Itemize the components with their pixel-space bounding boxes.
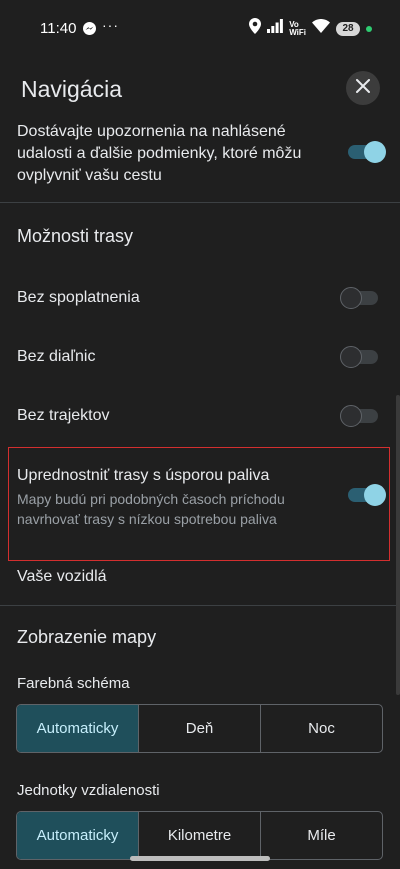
toggle-knob [364,141,386,163]
status-time: 11:40 [40,20,77,37]
avoid-ferries-label[interactable]: Bez trajektov [17,405,109,427]
distance-units-label: Jednotky vzdialenosti [17,782,160,799]
map-display-title: Zobrazenie mapy [17,627,157,647]
fuel-efficient-label[interactable]: Uprednostniť trasy s úsporou paliva [17,465,269,487]
wifi-icon [312,18,330,38]
toggle-knob [364,484,386,506]
divider [0,605,400,606]
toggle-knob [340,287,362,309]
privacy-dot [366,25,372,32]
distance-units-option-auto[interactable]: Automaticky [17,812,139,859]
divider [0,202,400,203]
avoid-tolls-label[interactable]: Bez spoplatnenia [17,287,140,309]
close-icon [356,78,370,98]
page-title: Navigácia [21,76,122,102]
vowifi-indicator: Vo WiFi [289,19,306,37]
close-button[interactable] [346,71,380,105]
route-options-title: Možnosti trasy [17,226,134,246]
status-bar: 11:40 ··· Vo WiFi 28 [0,0,400,56]
avoid-ferries-toggle[interactable] [340,405,378,427]
battery-icon: 28 [336,21,360,36]
signal-icon [267,19,284,38]
toggle-knob [340,405,362,427]
distance-units-option-miles[interactable]: Míle [261,812,382,859]
avoid-highways-label[interactable]: Bez diaľnic [17,346,95,368]
distance-units-selector: Automaticky Kilometre Míle [16,811,383,860]
location-icon [249,18,262,39]
distance-units-option-km[interactable]: Kilometre [139,812,261,859]
fuel-efficient-toggle[interactable] [348,484,386,506]
color-scheme-selector: Automaticky Deň Noc [16,704,383,753]
color-scheme-label: Farebná schéma [17,675,130,692]
alerts-setting-label: Dostávajte upozornenia na nahlásené udal… [17,123,302,184]
avoid-highways-toggle[interactable] [340,346,378,368]
scrollbar[interactable] [396,395,400,695]
fuel-efficient-description: Mapy budú pri podobných časoch príchodu … [17,491,285,527]
color-scheme-option-auto[interactable]: Automaticky [17,705,139,752]
messenger-icon [82,21,97,36]
your-vehicles-link[interactable]: Vaše vozidlá [17,566,107,588]
home-gesture-bar[interactable] [130,856,270,861]
alerts-toggle[interactable] [348,141,386,163]
toggle-knob [340,346,362,368]
more-notifications-icon: ··· [102,17,119,33]
color-scheme-option-day[interactable]: Deň [139,705,261,752]
color-scheme-option-night[interactable]: Noc [261,705,382,752]
avoid-tolls-toggle[interactable] [340,287,378,309]
